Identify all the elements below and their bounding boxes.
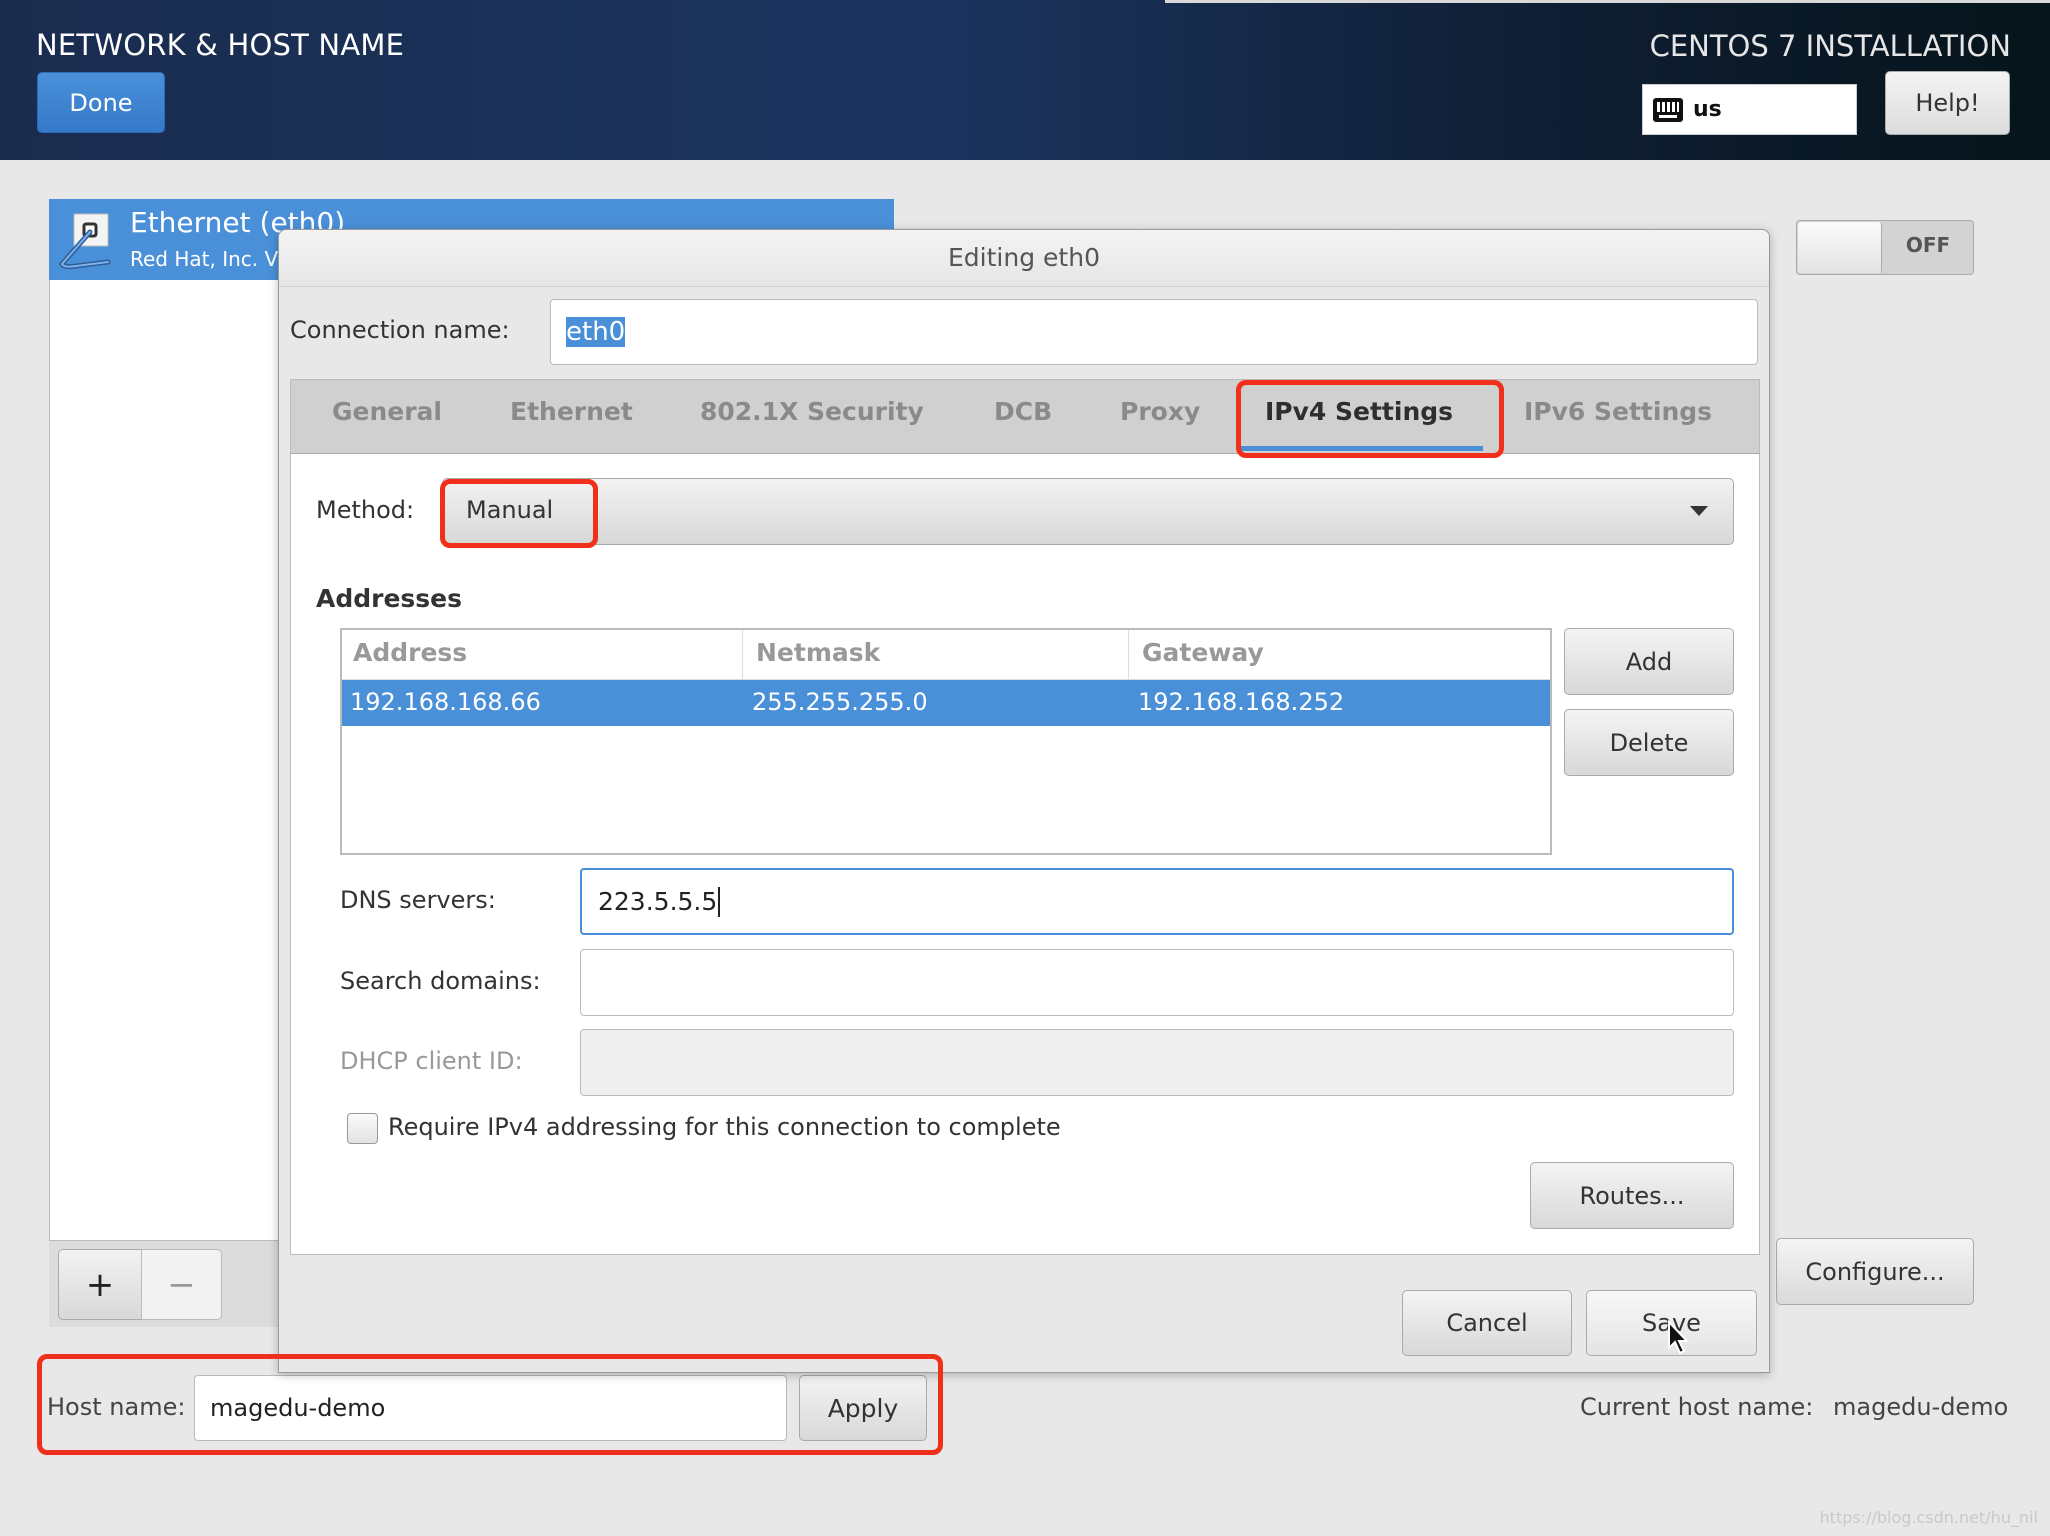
routes-button[interactable]: Routes... xyxy=(1530,1162,1734,1229)
require-ipv4-label[interactable]: Require IPv4 addressing for this connect… xyxy=(388,1113,1061,1141)
product-title: CENTOS 7 INSTALLATION xyxy=(1649,29,2011,63)
cell-gateway[interactable]: 192.168.168.252 xyxy=(1138,688,1344,716)
dns-servers-input[interactable]: 223.5.5.5 xyxy=(580,868,1734,935)
remove-device-button[interactable]: − xyxy=(141,1249,222,1320)
host-name-input[interactable] xyxy=(194,1375,787,1441)
keyboard-layout-label: us xyxy=(1693,97,1722,122)
active-tab-indicator xyxy=(1241,446,1483,451)
text-caret xyxy=(718,886,721,917)
connection-name-input[interactable]: eth0 xyxy=(550,299,1758,365)
keyboard-layout-indicator[interactable]: us xyxy=(1642,84,1857,135)
keyboard-icon xyxy=(1653,97,1683,122)
cell-netmask[interactable]: 255.255.255.0 xyxy=(752,688,928,716)
help-button[interactable]: Help! xyxy=(1885,71,2010,135)
connection-name-label: Connection name: xyxy=(290,316,510,344)
column-header-gateway[interactable]: Gateway xyxy=(1142,638,1264,667)
method-value: Manual xyxy=(466,496,554,524)
dhcp-client-id-label: DHCP client ID: xyxy=(340,1047,523,1075)
current-host-name-value: magedu-demo xyxy=(1833,1393,2009,1421)
search-domains-input[interactable] xyxy=(580,949,1734,1016)
tab-ipv6-settings[interactable]: IPv6 Settings xyxy=(1524,397,1712,426)
add-device-button[interactable]: + xyxy=(58,1249,142,1320)
addresses-heading: Addresses xyxy=(316,584,463,613)
column-separator xyxy=(742,630,743,679)
apply-hostname-button[interactable]: Apply xyxy=(799,1375,927,1441)
method-label: Method: xyxy=(316,496,415,524)
header-top-line xyxy=(1165,0,2050,3)
toggle-knob[interactable] xyxy=(1798,222,1882,273)
delete-address-button[interactable]: Delete xyxy=(1564,709,1734,776)
configure-button[interactable]: Configure... xyxy=(1776,1238,1974,1305)
dialog-title: Editing eth0 xyxy=(948,243,1100,272)
tab-dcb[interactable]: DCB xyxy=(994,397,1052,426)
cancel-button[interactable]: Cancel xyxy=(1402,1290,1572,1356)
tab-ethernet[interactable]: Ethernet xyxy=(510,397,633,426)
search-domains-label: Search domains: xyxy=(340,967,541,995)
dns-servers-label: DNS servers: xyxy=(340,886,496,914)
method-dropdown[interactable] xyxy=(442,478,1734,545)
column-separator xyxy=(1128,630,1129,679)
chevron-down-icon xyxy=(1690,506,1708,516)
cell-address[interactable]: 192.168.168.66 xyxy=(350,688,541,716)
dns-servers-value: 223.5.5.5 xyxy=(598,887,718,916)
tab-ipv4-settings[interactable]: IPv4 Settings xyxy=(1265,397,1453,426)
ethernet-cable-icon xyxy=(59,213,111,270)
watermark-text: https://blog.csdn.net/hu_nil xyxy=(1819,1508,2038,1527)
tab-general[interactable]: General xyxy=(332,397,442,426)
toggle-state-label: OFF xyxy=(1905,233,1951,257)
top-header-bar xyxy=(0,0,2050,160)
done-button[interactable]: Done xyxy=(37,72,165,133)
tab-8021x-security[interactable]: 802.1X Security xyxy=(700,397,924,426)
spoke-title: NETWORK & HOST NAME xyxy=(36,28,405,62)
mouse-pointer-icon xyxy=(1668,1320,1690,1355)
dhcp-client-id-input xyxy=(580,1029,1734,1096)
connection-name-value: eth0 xyxy=(566,317,626,347)
column-header-netmask[interactable]: Netmask xyxy=(756,638,880,667)
host-name-label: Host name: xyxy=(47,1393,186,1421)
require-ipv4-checkbox[interactable] xyxy=(347,1113,378,1144)
column-header-address[interactable]: Address xyxy=(353,638,467,667)
current-host-name-label: Current host name: xyxy=(1580,1393,1814,1421)
add-address-button[interactable]: Add xyxy=(1564,628,1734,695)
addresses-table xyxy=(340,628,1552,855)
tab-proxy[interactable]: Proxy xyxy=(1120,397,1200,426)
